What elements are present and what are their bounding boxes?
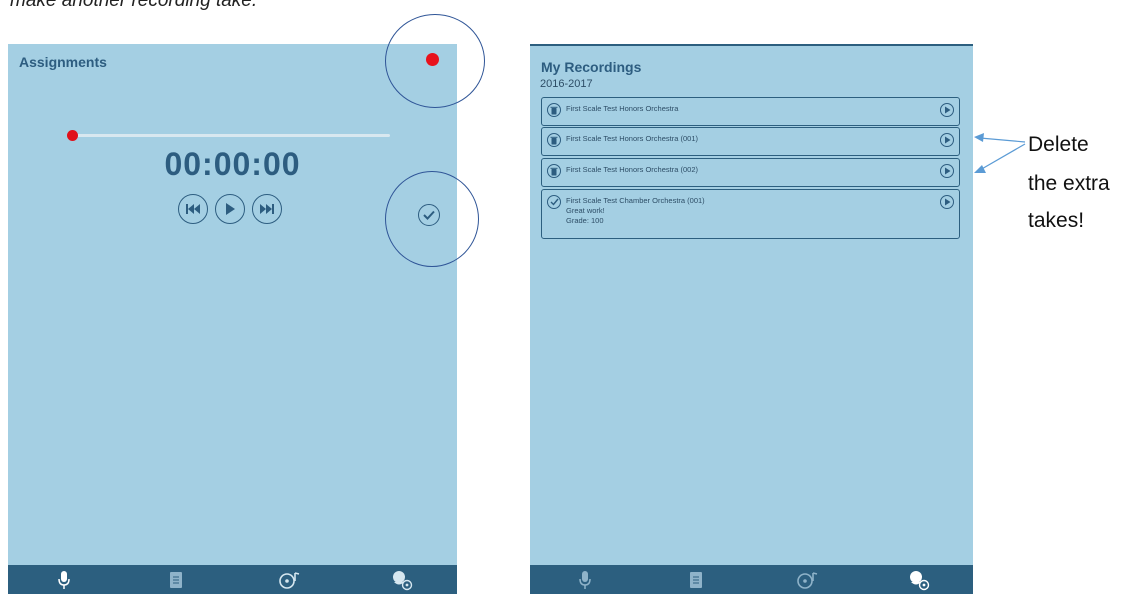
trash-icon — [550, 167, 558, 175]
screen-title: My Recordings — [541, 59, 642, 75]
annotation-line-1: Delete — [1028, 133, 1089, 156]
user-settings-icon — [392, 570, 413, 590]
teacher-comment: Great work! — [566, 206, 605, 215]
play-icon — [944, 198, 950, 206]
document-icon — [690, 571, 703, 588]
recording-title: First Scale Test Chamber Orchestra (001) — [566, 196, 705, 205]
delete-button[interactable] — [547, 103, 561, 117]
annotation-arrows — [974, 133, 1026, 173]
graded-indicator — [547, 195, 561, 209]
tab-bar — [530, 565, 973, 594]
rewind-icon — [186, 204, 200, 214]
tab-record[interactable] — [570, 568, 600, 592]
recording-title: First Scale Test Honors Orchestra (002) — [566, 165, 698, 174]
checkmark-icon — [550, 198, 559, 206]
recording-title: First Scale Test Honors Orchestra (001) — [566, 134, 698, 143]
play-recording-button[interactable] — [940, 195, 954, 209]
tab-assignments[interactable] — [161, 568, 191, 592]
document-icon — [170, 571, 183, 588]
play-recording-button[interactable] — [940, 103, 954, 117]
music-disc-icon — [797, 571, 818, 589]
recording-title: First Scale Test Honors Orchestra — [566, 104, 679, 113]
grade-label: Grade: 100 — [566, 216, 604, 225]
tab-profile[interactable] — [386, 568, 416, 592]
annotation-line-2: the extra — [1028, 172, 1110, 195]
timer-display: 00:00:00 — [164, 146, 301, 182]
assignments-screen: Assignments — [8, 44, 457, 594]
recording-row[interactable]: First Scale Test Honors Orchestra — [541, 97, 960, 126]
delete-button[interactable] — [547, 133, 561, 147]
tab-record[interactable] — [49, 568, 79, 592]
user-settings-icon — [909, 570, 929, 590]
play-button[interactable] — [215, 194, 245, 224]
recording-row[interactable]: First Scale Test Chamber Orchestra (001)… — [541, 189, 960, 239]
tab-music[interactable] — [792, 568, 822, 592]
recording-row[interactable]: First Scale Test Honors Orchestra (002) — [541, 158, 960, 187]
screen-title: Assignments — [19, 54, 107, 70]
trash-icon — [550, 106, 558, 114]
playback-slider[interactable] — [70, 134, 390, 137]
recording-row[interactable]: First Scale Test Honors Orchestra (001) — [541, 127, 960, 156]
play-icon — [944, 106, 950, 114]
play-icon — [226, 203, 235, 215]
play-recording-button[interactable] — [940, 164, 954, 178]
tab-assignments[interactable] — [681, 568, 711, 592]
caption-text: make another recording take. — [10, 0, 258, 11]
play-icon — [944, 136, 950, 144]
delete-button[interactable] — [547, 164, 561, 178]
year-label: 2016-2017 — [540, 78, 593, 90]
microphone-icon — [579, 570, 592, 589]
annotation-line-3: takes! — [1028, 209, 1085, 232]
tab-bar — [8, 565, 457, 594]
tab-profile[interactable] — [903, 568, 933, 592]
checkmark-icon — [423, 210, 435, 220]
play-icon — [944, 167, 950, 175]
fast-forward-icon — [260, 204, 274, 214]
trash-icon — [550, 136, 558, 144]
rewind-button[interactable] — [178, 194, 208, 224]
tab-music[interactable] — [274, 568, 304, 592]
submit-button[interactable] — [418, 204, 440, 226]
music-disc-icon — [278, 571, 299, 589]
fast-forward-button[interactable] — [252, 194, 282, 224]
playback-slider-knob[interactable] — [67, 130, 78, 141]
play-recording-button[interactable] — [940, 133, 954, 147]
microphone-icon — [58, 570, 70, 589]
record-indicator[interactable] — [426, 53, 439, 66]
